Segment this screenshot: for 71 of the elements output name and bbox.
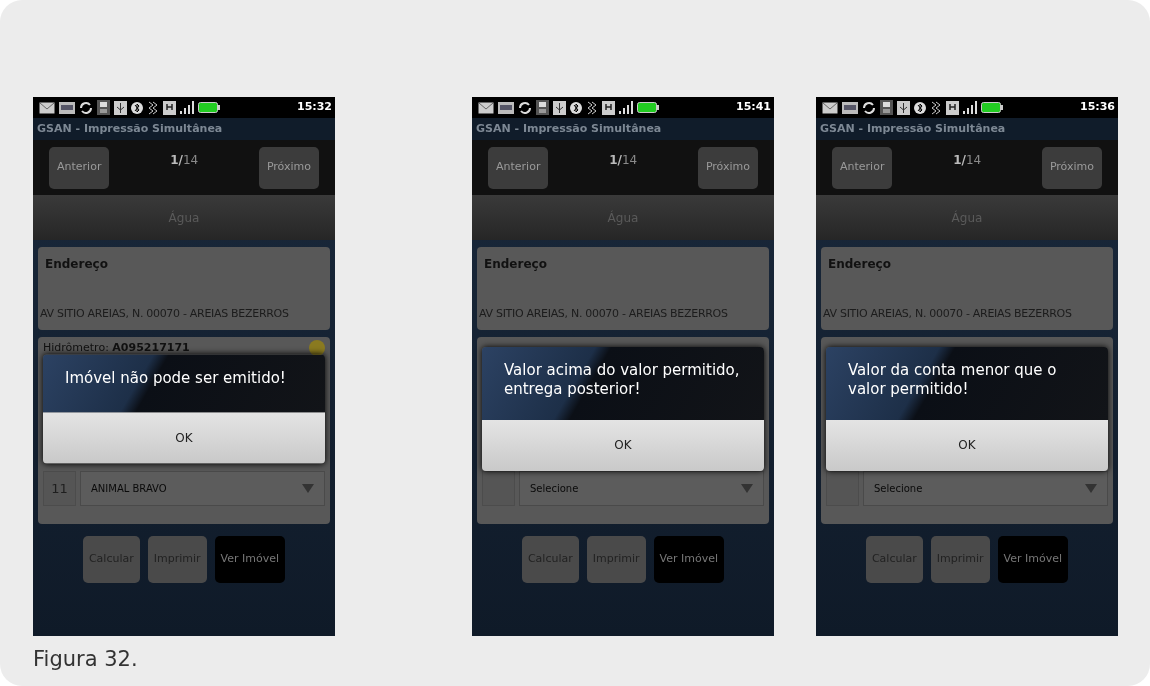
signal-icon <box>963 101 977 114</box>
battery-icon <box>637 102 659 113</box>
bluetooth-icon <box>570 100 582 115</box>
picture-icon <box>842 101 858 114</box>
record-counter: 1/14 <box>609 152 638 169</box>
previous-button[interactable]: Anterior <box>488 146 549 189</box>
bluetooth-icon <box>131 100 143 115</box>
battery-icon <box>981 102 1003 113</box>
app-title: GSAN - Impressão Simultânea <box>816 118 1118 140</box>
vibrate-icon <box>930 100 942 115</box>
address-label: Endereço <box>44 256 109 273</box>
next-button[interactable]: Próximo <box>258 146 319 189</box>
calendar-icon <box>536 100 549 115</box>
dropdown-arrow-icon <box>741 484 753 493</box>
address-label: Endereço <box>827 256 892 273</box>
ok-button[interactable]: OK <box>826 419 1108 471</box>
app-title: GSAN - Impressão Simultânea <box>33 118 335 140</box>
action-button[interactable]: Ver Imóvel <box>653 536 725 583</box>
previous-button[interactable]: Anterior <box>49 146 110 189</box>
next-button[interactable]: Próximo <box>1041 146 1102 189</box>
status-time: 15:41 <box>736 99 771 116</box>
action-button[interactable]: Ver Imóvel <box>997 536 1069 583</box>
app-title: GSAN - Impressão Simultânea <box>472 118 774 140</box>
ok-button[interactable]: OK <box>43 412 325 464</box>
dialog-message: Imóvel não pode ser emitido! <box>43 354 325 413</box>
mail-icon <box>822 101 838 114</box>
dialog-message: Valor da conta menor que o valor permitido! <box>826 346 1108 420</box>
vibrate-icon <box>147 100 159 115</box>
calendar-icon <box>880 100 893 115</box>
record-counter: 1/14 <box>170 152 199 169</box>
network-icon <box>163 100 176 115</box>
battery-icon <box>198 102 220 113</box>
signal-icon <box>180 101 194 114</box>
mail-icon <box>39 101 55 114</box>
previous-button[interactable]: Anterior <box>832 146 893 189</box>
action-button[interactable]: Ver Imóvel <box>214 536 286 583</box>
dropdown-select[interactable]: ANIMAL BRAVO <box>80 471 325 506</box>
sync-icon <box>79 100 93 115</box>
next-button[interactable]: Próximo <box>697 146 758 189</box>
ok-button[interactable]: OK <box>482 419 764 471</box>
dropdown-select[interactable]: Selecione <box>519 471 764 506</box>
code-field[interactable] <box>826 471 859 506</box>
code-field[interactable] <box>482 471 515 506</box>
status-dot-icon <box>309 340 325 357</box>
usb-icon <box>114 100 127 115</box>
mail-icon <box>478 101 494 114</box>
usb-icon <box>897 100 910 115</box>
usb-icon <box>553 100 566 115</box>
calendar-icon <box>97 100 110 115</box>
dropdown-arrow-icon <box>1085 484 1097 493</box>
dropdown-arrow-icon <box>302 484 314 493</box>
meter-text: Hidrômetro: A095217171 <box>43 340 190 356</box>
address-text: AV SITIO AREIAS, N. 00070 - AREIAS BEZERROS <box>822 305 1073 322</box>
network-icon <box>602 100 615 115</box>
address-text: AV SITIO AREIAS, N. 00070 - AREIAS BEZERROS <box>478 305 729 322</box>
status-time: 15:36 <box>1080 99 1115 116</box>
dialog-message: Valor acima do valor permitido, entrega posterior! <box>482 346 764 420</box>
status-time: 15:32 <box>297 99 332 116</box>
sync-icon <box>862 100 876 115</box>
figure-caption: Figura 32. <box>33 646 139 673</box>
network-icon <box>946 100 959 115</box>
record-counter: 1/14 <box>953 152 982 169</box>
dropdown-select[interactable]: Selecione <box>863 471 1108 506</box>
vibrate-icon <box>586 100 598 115</box>
signal-icon <box>619 101 633 114</box>
address-label: Endereço <box>483 256 548 273</box>
address-text: AV SITIO AREIAS, N. 00070 - AREIAS BEZERROS <box>39 305 290 322</box>
picture-icon <box>498 101 514 114</box>
bluetooth-icon <box>914 100 926 115</box>
sync-icon <box>518 100 532 115</box>
picture-icon <box>59 101 75 114</box>
